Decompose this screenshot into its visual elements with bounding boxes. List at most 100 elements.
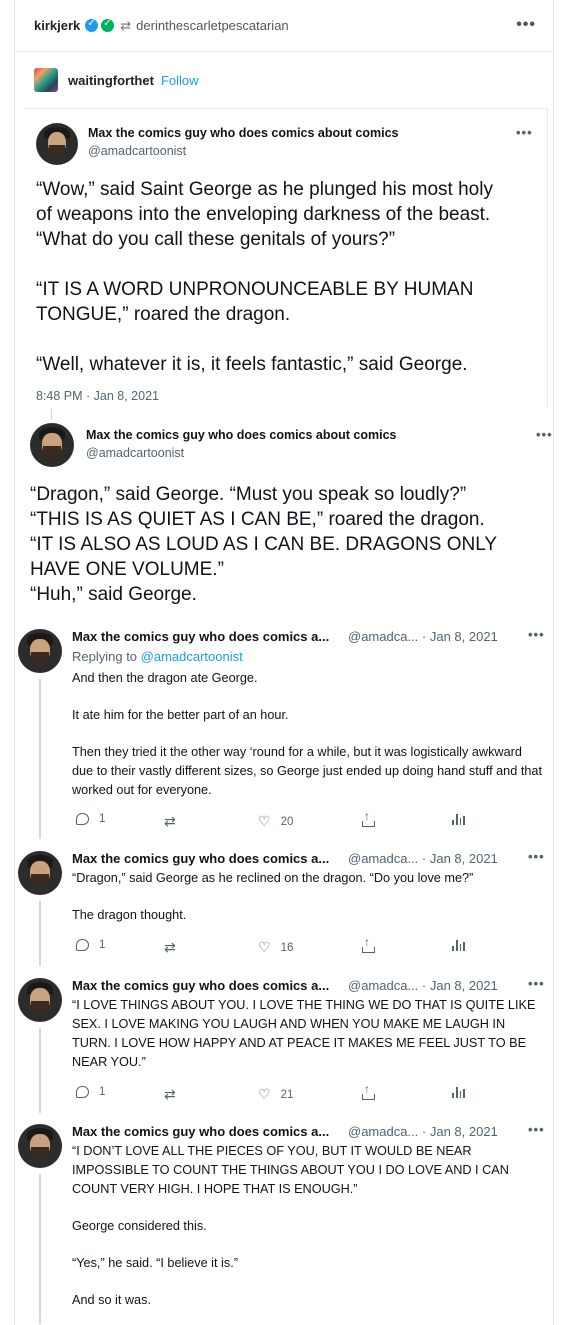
like-action[interactable]: ♡ 20 <box>258 813 293 830</box>
reply-paragraph: “Dragon,” said George as he reclined on … <box>72 871 474 885</box>
reply-author-avatar[interactable] <box>18 1124 62 1168</box>
reply-author-handle-date[interactable]: @amadca... · Jan 8, 2021 <box>348 978 498 993</box>
reply-paragraph: It ate him for the better part of an hou… <box>72 708 289 722</box>
tweet-more-icon[interactable]: ••• <box>516 125 533 140</box>
reply-author-name[interactable]: Max the comics guy who does comics a... <box>72 629 329 644</box>
reply-action[interactable]: 1 <box>76 813 105 825</box>
heart-icon: ♡ <box>258 1086 271 1102</box>
reply-author-handle-date[interactable]: @amadca... · Jan 8, 2021 <box>348 1124 498 1139</box>
share-icon <box>362 935 375 953</box>
reply-paragraph: George considered this. <box>72 1219 207 1233</box>
source-blog-avatar[interactable] <box>34 68 58 92</box>
tweet-card-2[interactable]: Max the comics guy who does comics about… <box>14 410 554 620</box>
reply-icon <box>76 939 89 951</box>
like-action[interactable]: ♡ 16 <box>258 939 293 956</box>
like-count: 16 <box>280 941 294 954</box>
reply-header: Max the comics guy who does comics a... … <box>72 976 545 996</box>
reply-author-handle-date[interactable]: @amadca... · Jan 8, 2021 <box>348 851 498 866</box>
tweet-author-avatar[interactable] <box>36 123 78 165</box>
tweet-text: “Wow,” said Saint George as he plunged h… <box>36 179 493 375</box>
like-action[interactable]: ♡ 21 <box>258 1086 293 1103</box>
tweet-text: “Dragon,” said George. “Must you speak s… <box>30 484 498 605</box>
tweet-author-avatar[interactable] <box>30 423 74 467</box>
reply-more-icon[interactable]: ••• <box>528 1122 545 1137</box>
reply-action[interactable]: 1 <box>76 1086 105 1098</box>
reply-paragraph: And so it was. <box>72 1293 151 1307</box>
tweet-actions: 1 ⇄ ♡ 20 <box>72 809 492 831</box>
reply-author-name[interactable]: Max the comics guy who does comics a... <box>72 978 329 993</box>
tweet-author-name[interactable]: Max the comics guy who does comics about… <box>88 126 399 140</box>
stats-action[interactable] <box>452 813 466 825</box>
heart-icon: ♡ <box>258 813 271 829</box>
replying-to-handle[interactable]: @amadcartoonist <box>141 649 243 664</box>
reblog-icon: ⇄ <box>120 17 132 33</box>
thread-line <box>39 1174 41 1324</box>
tweet-card-1[interactable]: Max the comics guy who does comics about… <box>24 108 548 408</box>
reply-text: And then the dragon ate George. It ate h… <box>72 669 544 818</box>
retweet-action[interactable]: ⇄ <box>164 813 176 830</box>
follow-button[interactable]: Follow <box>161 73 199 88</box>
reply-more-icon[interactable]: ••• <box>528 849 545 864</box>
reply-header: Max the comics guy who does comics a... … <box>72 1122 545 1142</box>
retweet-icon: ⇄ <box>164 1086 176 1102</box>
tweet-timestamp[interactable]: 8:48 PM · Jan 8, 2021 <box>36 389 159 403</box>
reply-author-name[interactable]: Max the comics guy who does comics a... <box>72 1124 329 1139</box>
reply-tweet[interactable]: Max the comics guy who does comics a... … <box>14 849 554 966</box>
verified-badge-icon <box>85 18 99 32</box>
like-count: 20 <box>280 815 294 828</box>
reply-header: Max the comics guy who does comics a... … <box>72 627 545 647</box>
reply-paragraph: Then they tried it the other way ‘round … <box>72 745 542 797</box>
reply-action[interactable]: 1 <box>76 939 105 951</box>
share-icon <box>362 809 375 827</box>
retweet-icon: ⇄ <box>164 813 176 829</box>
share-action[interactable] <box>362 809 375 827</box>
replying-to: Replying to @amadcartoonist <box>72 649 243 664</box>
reply-text: “I LOVE THINGS ABOUT YOU. I LOVE THE THI… <box>72 996 544 1090</box>
reply-author-avatar[interactable] <box>18 978 62 1022</box>
reply-tweet[interactable]: Max the comics guy who does comics a... … <box>14 627 554 839</box>
thread-line <box>39 901 41 966</box>
retweet-action[interactable]: ⇄ <box>164 1086 176 1103</box>
retweet-action[interactable]: ⇄ <box>164 939 176 956</box>
reply-text: “Dragon,” said George as he reclined on … <box>72 869 544 943</box>
share-action[interactable] <box>362 1082 375 1100</box>
reply-paragraph: The dragon thought. <box>72 908 187 922</box>
tweet-author-handle[interactable]: @amadcartoonist <box>86 446 184 460</box>
share-action[interactable] <box>362 935 375 953</box>
more-options-icon[interactable]: ••• <box>516 16 536 34</box>
reply-count: 1 <box>99 939 106 951</box>
reply-author-avatar[interactable] <box>18 851 62 895</box>
reblogger-name[interactable]: kirkjerk <box>34 18 80 33</box>
reply-paragraph: “I DON’T LOVE ALL THE PIECES OF YOU, BUT… <box>72 1144 509 1196</box>
stats-icon <box>452 939 466 951</box>
stats-action[interactable] <box>452 939 466 951</box>
retweet-icon: ⇄ <box>164 939 176 955</box>
checkmark-badge-icon <box>101 18 115 32</box>
reply-count: 1 <box>99 813 106 825</box>
reply-tweet[interactable]: Max the comics guy who does comics a... … <box>14 1122 554 1325</box>
source-blog-name[interactable]: waitingforthet <box>68 73 154 88</box>
reply-text: “I DON’T LOVE ALL THE PIECES OF YOU, BUT… <box>72 1142 544 1325</box>
post-header: kirkjerk ⇄ derinthescarletpescatarian ••… <box>14 0 554 52</box>
reblogged-from-name[interactable]: derinthescarletpescatarian <box>136 18 288 33</box>
tweet-author-name[interactable]: Max the comics guy who does comics about… <box>86 428 397 442</box>
reply-icon <box>76 813 89 825</box>
thread-line <box>39 679 41 839</box>
tweet-actions: 1 ⇄ ♡ 21 <box>72 1082 492 1104</box>
stats-icon <box>452 813 466 825</box>
reply-more-icon[interactable]: ••• <box>528 627 545 642</box>
reply-author-avatar[interactable] <box>18 629 62 673</box>
stats-action[interactable] <box>452 1086 466 1098</box>
reply-more-icon[interactable]: ••• <box>528 976 545 991</box>
reply-author-name[interactable]: Max the comics guy who does comics a... <box>72 851 329 866</box>
tweet-actions: 1 ⇄ ♡ 16 <box>72 935 492 957</box>
reply-author-handle-date[interactable]: @amadca... · Jan 8, 2021 <box>348 629 498 644</box>
replying-to-prefix: Replying to <box>72 649 141 664</box>
reply-paragraph: And then the dragon ate George. <box>72 671 258 685</box>
tweet-more-icon[interactable]: ••• <box>536 427 553 442</box>
share-icon <box>362 1082 375 1100</box>
tweet-author-handle[interactable]: @amadcartoonist <box>88 144 186 158</box>
like-count: 21 <box>280 1088 294 1101</box>
reply-icon <box>76 1086 89 1098</box>
reply-tweet[interactable]: Max the comics guy who does comics a... … <box>14 976 554 1113</box>
